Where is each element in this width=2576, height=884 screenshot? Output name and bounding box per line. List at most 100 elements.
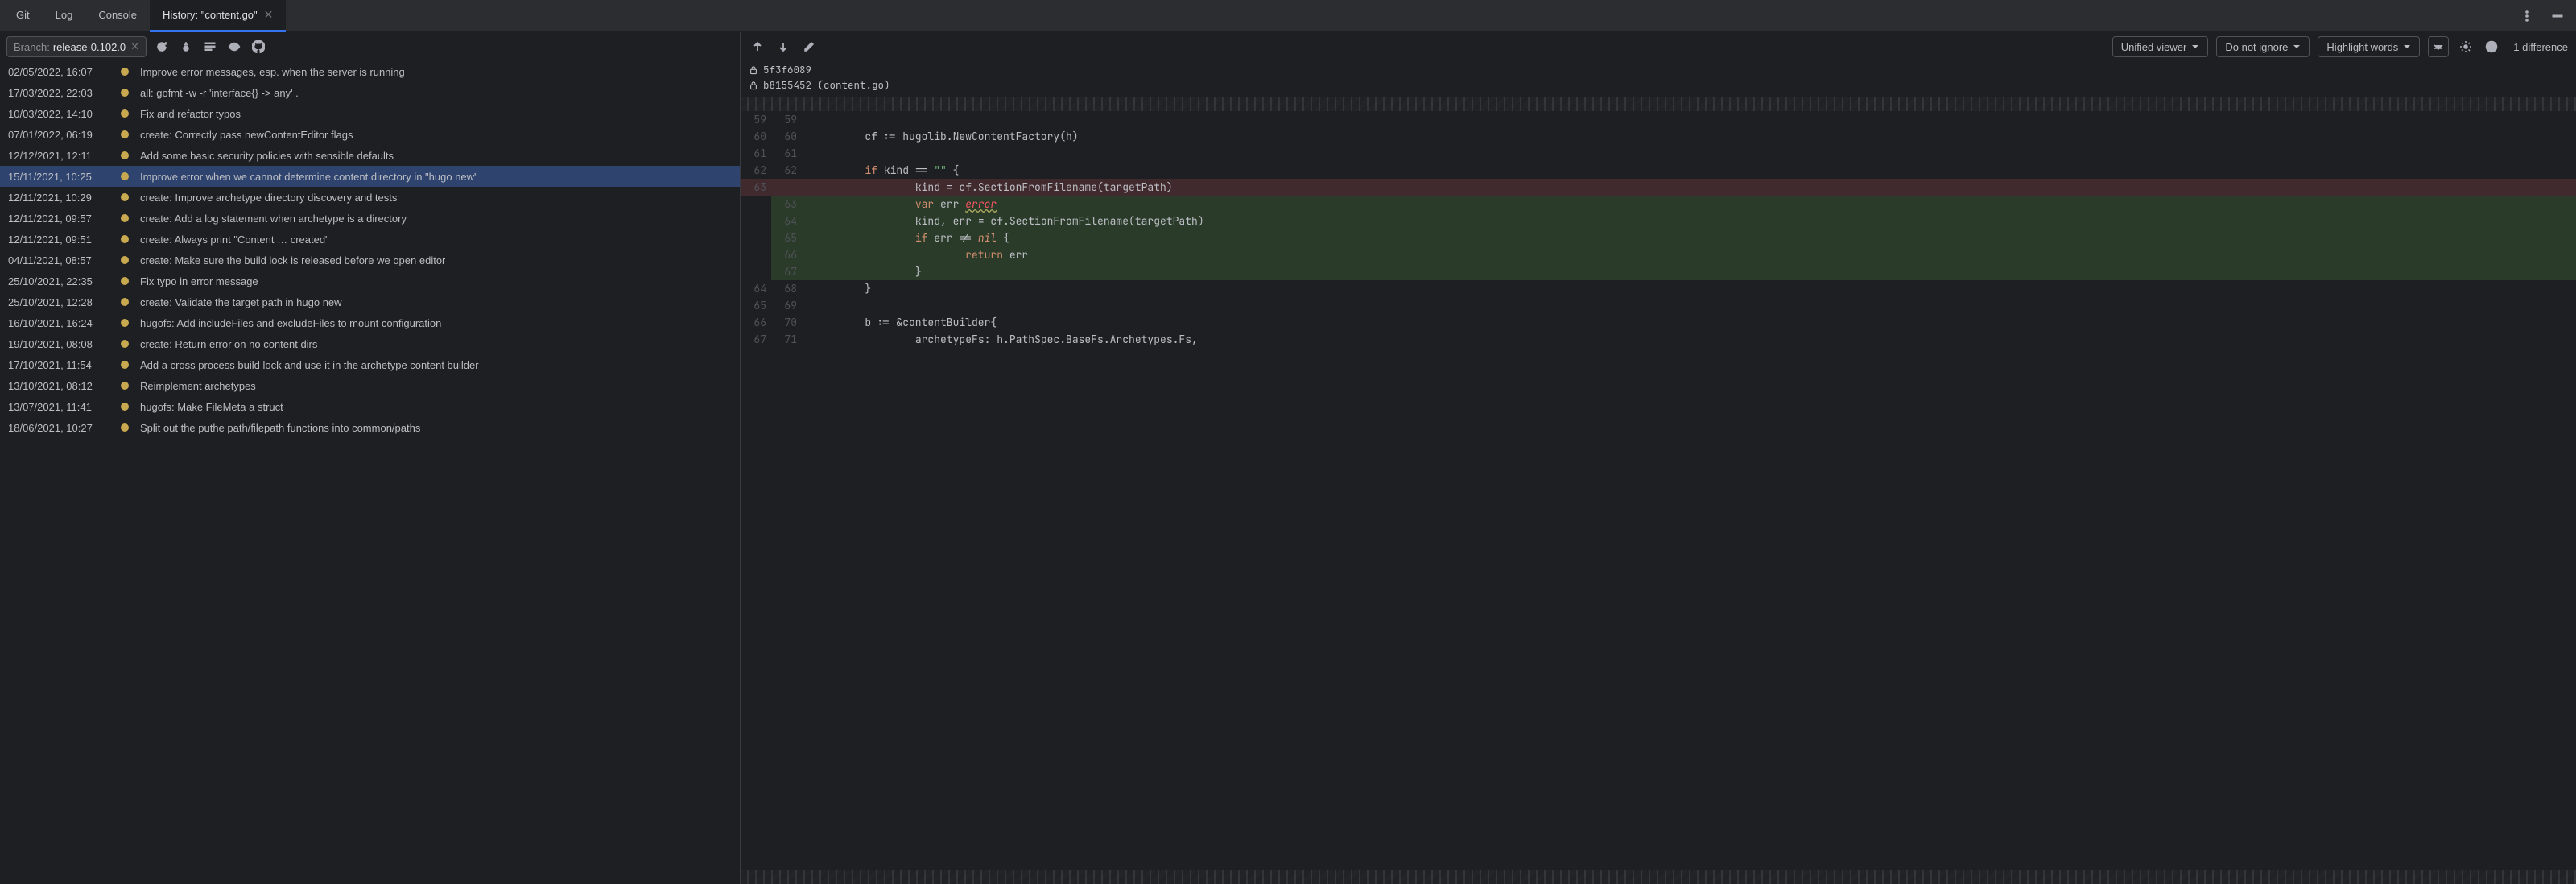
commits-list: 02/05/2022, 16:07Improve error messages,… <box>0 61 740 884</box>
chevron-down-icon <box>2293 43 2301 51</box>
minimize-icon[interactable] <box>2549 7 2566 25</box>
commit-row[interactable]: 12/11/2021, 09:57create: Add a log state… <box>0 208 740 229</box>
commit-date: 13/07/2021, 11:41 <box>8 401 109 413</box>
tab-history-content-go-[interactable]: History: "content.go" ✕ <box>150 0 286 32</box>
commit-message: hugofs: Add includeFiles and excludeFile… <box>140 317 441 329</box>
commit-message: create: Return error on no content dirs <box>140 338 317 350</box>
tab-label: Git <box>16 9 30 21</box>
commit-row[interactable]: 17/10/2021, 11:54Add a cross process bui… <box>0 354 740 375</box>
arrow-down-icon[interactable] <box>774 38 792 56</box>
commit-row[interactable]: 13/10/2021, 08:12Reimplement archetypes <box>0 375 740 396</box>
commit-row[interactable]: 12/12/2021, 12:11Add some basic security… <box>0 145 740 166</box>
commit-row[interactable]: 12/11/2021, 09:51create: Always print "C… <box>0 229 740 250</box>
line-number-new: 67 <box>771 263 802 280</box>
branch-filter[interactable]: Branch: release-0.102.0 ✕ <box>6 36 147 57</box>
line-number-old: 63 <box>741 179 771 196</box>
commit-row[interactable]: 13/07/2021, 11:41hugofs: Make FileMeta a… <box>0 396 740 417</box>
commit-date: 25/10/2021, 12:28 <box>8 296 109 308</box>
viewer-dropdown[interactable]: Unified viewer <box>2112 36 2209 57</box>
edit-icon[interactable] <box>800 38 818 56</box>
diff-line: 63 kind = cf.SectionFromFilename(targetP… <box>741 179 2576 196</box>
folded-region[interactable] <box>741 97 2576 111</box>
highlight-dropdown[interactable]: Highlight words <box>2318 36 2420 57</box>
code-content <box>802 297 2576 314</box>
commit-dot-icon <box>121 256 129 264</box>
line-number-old <box>741 246 771 263</box>
commit-message: create: Correctly pass newContentEditor … <box>140 129 353 141</box>
commit-row[interactable]: 17/03/2022, 22:03all: gofmt -w -r 'inter… <box>0 82 740 103</box>
commit-date: 13/10/2021, 08:12 <box>8 380 109 392</box>
line-number-new: 68 <box>771 280 802 297</box>
diff-line: 5959 <box>741 111 2576 128</box>
line-number-old <box>741 263 771 280</box>
more-icon[interactable] <box>2518 7 2536 25</box>
commit-dot-icon <box>121 193 129 201</box>
tab-git[interactable]: Git <box>3 0 43 32</box>
commit-row[interactable]: 12/11/2021, 10:29create: Improve archety… <box>0 187 740 208</box>
commit-date: 07/01/2022, 06:19 <box>8 129 109 141</box>
commit-dot-icon <box>121 361 129 369</box>
commit-row[interactable]: 15/11/2021, 10:25Improve error when we c… <box>0 166 740 187</box>
diff-line: 64 kind, err = cf.SectionFromFilename(ta… <box>741 213 2576 229</box>
code-content: } <box>802 263 2576 280</box>
commit-dot-icon <box>121 298 129 306</box>
line-number-new: 61 <box>771 145 802 162</box>
commit-row[interactable]: 02/05/2022, 16:07Improve error messages,… <box>0 61 740 82</box>
commit-date: 10/03/2022, 14:10 <box>8 108 109 120</box>
commit-message: create: Make sure the build lock is rele… <box>140 254 445 266</box>
commit-dot-icon <box>121 340 129 348</box>
commit-dot-icon <box>121 382 129 390</box>
commit-row[interactable]: 25/10/2021, 22:35Fix typo in error messa… <box>0 271 740 291</box>
diff-line: 65 if err != nil { <box>741 229 2576 246</box>
cherrypick-icon[interactable] <box>177 38 195 56</box>
commit-dot-icon <box>121 403 129 411</box>
arrow-up-icon[interactable] <box>749 38 766 56</box>
commit-dot-icon <box>121 109 129 118</box>
commit-row[interactable]: 16/10/2021, 16:24hugofs: Add includeFile… <box>0 312 740 333</box>
ignore-dropdown[interactable]: Do not ignore <box>2216 36 2310 57</box>
list-icon[interactable] <box>201 38 219 56</box>
eye-icon[interactable] <box>225 38 243 56</box>
commit-row[interactable]: 07/01/2022, 06:19 create: Correctly pass … <box>0 124 740 145</box>
commit-row[interactable]: 18/06/2021, 10:27Split out the puthe pat… <box>0 417 740 438</box>
commit-row[interactable]: 25/10/2021, 12:28 create: Validate the ta… <box>0 291 740 312</box>
tab-label: History: "content.go" <box>163 9 258 21</box>
commit-row[interactable]: 10/03/2022, 14:10Fix and refactor typos <box>0 103 740 124</box>
commit-date: 12/12/2021, 12:11 <box>8 150 109 162</box>
refresh-icon[interactable] <box>153 38 171 56</box>
collapse-icon[interactable] <box>2428 36 2449 57</box>
diff-line: 67 } <box>741 263 2576 280</box>
close-icon[interactable]: ✕ <box>264 8 274 22</box>
github-icon[interactable] <box>250 38 267 56</box>
tab-console[interactable]: Console <box>85 0 150 32</box>
folded-region[interactable] <box>741 870 2576 884</box>
commit-message: all: gofmt -w -r 'interface{} -> any' . <box>140 87 299 99</box>
line-number-old: 59 <box>741 111 771 128</box>
commit-date: 15/11/2021, 10:25 <box>8 171 109 183</box>
diff-panel: Unified viewer Do not ignore Highlight w… <box>741 32 2576 884</box>
commit-date: 12/11/2021, 09:57 <box>8 213 109 225</box>
code-content: cf := hugolib.NewContentFactory(h) <box>802 128 2576 145</box>
line-number-old <box>741 196 771 213</box>
close-icon[interactable]: ✕ <box>130 40 139 53</box>
left-toolbar: Branch: release-0.102.0 ✕ <box>0 32 740 61</box>
commit-dot-icon <box>121 319 129 327</box>
commit-message: Split out the puthe path/filepath functi… <box>140 422 420 434</box>
line-number-new: 70 <box>771 314 802 331</box>
line-number-new: 60 <box>771 128 802 145</box>
line-number-new: 62 <box>771 162 802 179</box>
commit-dot-icon <box>121 277 129 285</box>
chevron-down-icon <box>2403 43 2411 51</box>
tab-label: Console <box>98 9 137 21</box>
commit-row[interactable]: 04/11/2021, 08:57create: Make sure the b… <box>0 250 740 271</box>
help-icon[interactable] <box>2483 38 2500 56</box>
gear-icon[interactable] <box>2457 38 2475 56</box>
commit-date: 19/10/2021, 08:08 <box>8 338 109 350</box>
tab-log[interactable]: Log <box>43 0 86 32</box>
commit-message: create: Validate the target path in hugo… <box>140 296 342 308</box>
commit-row[interactable]: 19/10/2021, 08:08 create: Return error on… <box>0 333 740 354</box>
commit-message: Fix typo in error message <box>140 275 258 287</box>
old-hash: 5f3f6089 <box>763 63 811 76</box>
line-number-old: 66 <box>741 314 771 331</box>
diff-line: 6569 <box>741 297 2576 314</box>
